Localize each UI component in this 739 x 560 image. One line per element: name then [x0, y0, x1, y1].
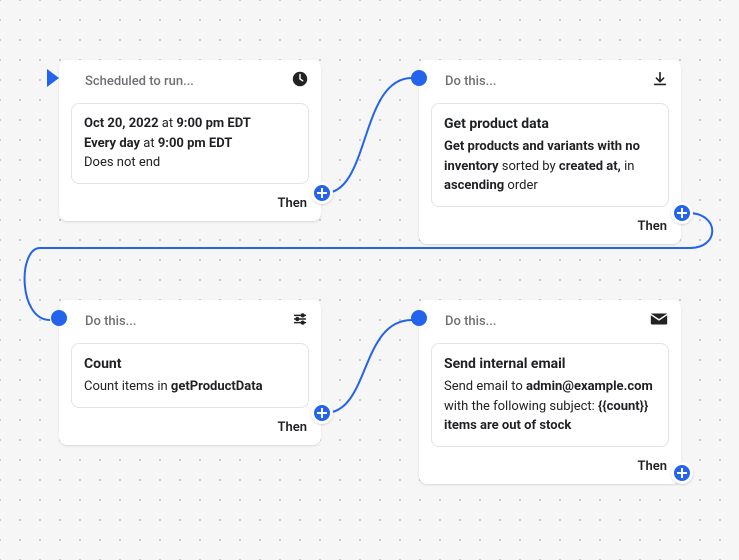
add-step-button[interactable]: [311, 182, 333, 204]
node-entry-dot: [411, 310, 427, 326]
card-header-label: Do this...: [445, 314, 641, 329]
card-header: Scheduled to run...: [59, 60, 321, 103]
then-label: Then: [419, 459, 681, 484]
add-step-button[interactable]: [671, 462, 693, 484]
action-title: Count: [84, 354, 296, 375]
then-label: Then: [419, 219, 681, 244]
add-step-button[interactable]: [671, 202, 693, 224]
adjust-icon: [291, 310, 309, 332]
action-title: Send internal email: [444, 354, 656, 375]
node-trigger-schedule[interactable]: Scheduled to run... Oct 20, 2022 at 9:00…: [59, 60, 321, 221]
card-body: Get product data Get products and varian…: [431, 103, 669, 207]
clock-icon: [291, 70, 309, 92]
card-body: Oct 20, 2022 at 9:00 pm EDT Every day at…: [71, 103, 309, 184]
email-icon: [649, 310, 669, 332]
card-header-label: Do this...: [85, 314, 283, 329]
action-title: Get product data: [444, 114, 656, 135]
card-body: Send internal email Send email to admin@…: [431, 343, 669, 447]
card-body: Count Count items in getProductData: [71, 343, 309, 408]
add-step-button[interactable]: [311, 402, 333, 424]
card-header-label: Do this...: [445, 74, 643, 89]
node-entry-dot: [411, 70, 427, 86]
node-action-send-email[interactable]: Do this... Send internal email Send emai…: [419, 300, 681, 484]
card-header: Do this...: [419, 300, 681, 343]
card-header: Do this...: [59, 300, 321, 343]
node-action-get-product-data[interactable]: Do this... Get product data Get products…: [419, 60, 681, 244]
then-label: Then: [59, 420, 321, 445]
card-header: Do this...: [419, 60, 681, 103]
node-entry-dot: [51, 310, 67, 326]
start-marker-icon: [47, 69, 59, 87]
card-header-label: Scheduled to run...: [85, 74, 283, 89]
download-icon: [651, 70, 669, 92]
node-action-count[interactable]: Do this... Count Count items in getProdu…: [59, 300, 321, 445]
then-label: Then: [59, 196, 321, 221]
